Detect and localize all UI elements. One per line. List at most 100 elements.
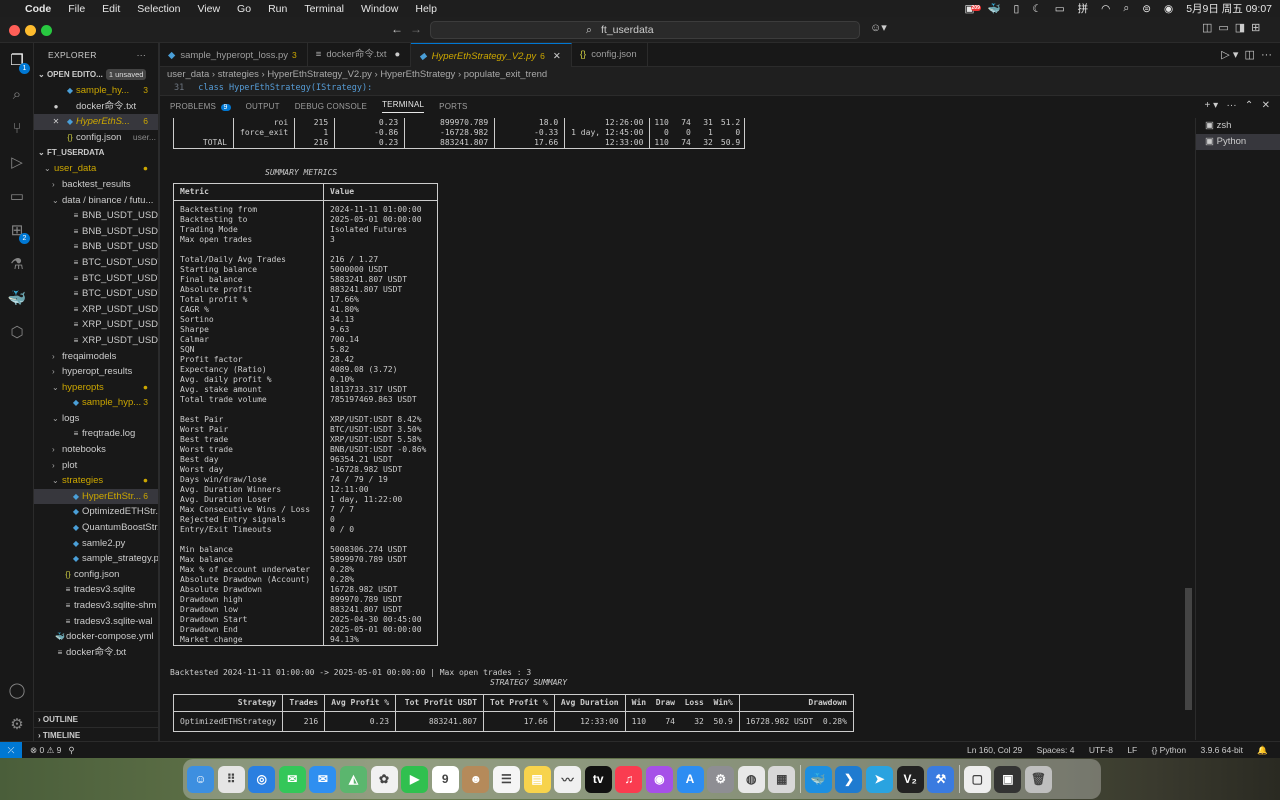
folder-item[interactable]: › freqaimodels: [34, 349, 158, 365]
dock-safari-icon[interactable]: ◎: [248, 765, 276, 793]
settings-gear-icon[interactable]: ⚙: [7, 715, 27, 735]
dock-notes-icon[interactable]: ▤: [523, 765, 551, 793]
dock-photos-icon[interactable]: ✿: [370, 765, 398, 793]
dock-contacts-icon[interactable]: ☻: [462, 765, 490, 793]
menu-go[interactable]: Go: [237, 3, 251, 15]
scrollbar-thumb[interactable]: [1185, 588, 1192, 710]
menu-view[interactable]: View: [197, 3, 220, 15]
docker-icon[interactable]: 🐳: [7, 289, 27, 309]
dock-mail-icon[interactable]: ✉: [309, 765, 337, 793]
zoom-window-button[interactable]: [41, 25, 52, 36]
tab-debug-console[interactable]: DEBUG CONSOLE: [295, 102, 367, 111]
dock-facetime-icon[interactable]: ▶: [401, 765, 429, 793]
file-item[interactable]: ≡BTC_USDT_USDT...: [34, 271, 158, 287]
breadcrumb[interactable]: user_data › strategies › HyperEthStrateg…: [160, 67, 1280, 83]
close-editor-icon[interactable]: ✕: [48, 114, 64, 130]
terminal-zsh[interactable]: ▣ zsh: [1196, 118, 1280, 134]
file-item[interactable]: ≡BTC_USDT_USDT...: [34, 286, 158, 302]
new-terminal-icon[interactable]: + ▾: [1205, 100, 1219, 111]
dock-chrome-icon[interactable]: ◍: [737, 765, 765, 793]
dock-terminal-window-icon[interactable]: ▣: [994, 765, 1022, 793]
dock-trash-icon[interactable]: 🗑: [1025, 765, 1053, 793]
dock-docker-icon[interactable]: 🐳: [804, 765, 832, 793]
tab-output[interactable]: OUTPUT: [246, 102, 280, 111]
close-panel-icon[interactable]: ✕: [1262, 100, 1270, 111]
open-editor-item[interactable]: {} config.json user...: [34, 130, 158, 146]
split-editor-icon[interactable]: ◫: [1244, 49, 1254, 61]
explorer-icon[interactable]: ❐ 1: [7, 51, 30, 74]
database-icon[interactable]: ⬡: [7, 323, 27, 343]
file-item[interactable]: ≡BNB_USDT_USDT...: [34, 208, 158, 224]
docker-status-icon[interactable]: 🐳: [987, 2, 1000, 15]
folder-item[interactable]: ⌄ user_data ●: [34, 161, 158, 177]
editor-tab[interactable]: ◆ sample_hyperopt_loss.py 3: [160, 43, 308, 67]
folder-item[interactable]: ⌄ hyperopts ●: [34, 380, 158, 396]
minimize-window-button[interactable]: [25, 25, 36, 36]
dock-messages-icon[interactable]: ✉: [278, 765, 306, 793]
folder-item[interactable]: › hyperopt_results: [34, 364, 158, 380]
menu-file[interactable]: File: [68, 3, 85, 15]
terminal-python[interactable]: ▣ Python: [1196, 134, 1280, 150]
line-ending[interactable]: LF: [1127, 745, 1137, 755]
folder-item[interactable]: ⌄ data / binance / futu...: [34, 193, 158, 209]
more-actions-icon[interactable]: ···: [137, 43, 146, 67]
language-mode[interactable]: {} Python: [1152, 745, 1187, 755]
file-item[interactable]: ◆ sample_hyp... 3: [34, 395, 158, 411]
file-item[interactable]: ≡BTC_USDT_USDT...: [34, 255, 158, 271]
menu-selection[interactable]: Selection: [137, 3, 180, 15]
file-item[interactable]: ≡ tradesv3.sqlite-wal: [34, 614, 158, 630]
dock-music-icon[interactable]: ♫: [615, 765, 643, 793]
file-item[interactable]: ◆ OptimizedETHStr...: [34, 504, 158, 520]
search-icon[interactable]: ⌕: [7, 85, 27, 105]
menu-window[interactable]: Window: [361, 3, 398, 15]
open-editor-item[interactable]: ✕ ◆ HyperEthS... 6: [34, 114, 158, 130]
terminal-output[interactable]: roi 215 0.23 899970.789 18.0 12:26:00 110 74 31 5…: [170, 118, 1192, 740]
file-item[interactable]: ≡XRP_USDT_USDT...: [34, 302, 158, 318]
file-item[interactable]: {} config.json: [34, 567, 158, 583]
menu-edit[interactable]: Edit: [102, 3, 120, 15]
run-debug-icon[interactable]: ▷: [7, 153, 27, 173]
dock-finder-icon[interactable]: ☺: [187, 765, 214, 793]
spotlight-search-icon[interactable]: ⌕: [1123, 2, 1129, 15]
siri-icon[interactable]: ◉: [1164, 3, 1173, 15]
menubar-clock[interactable]: 5月9日 周五 09:07: [1186, 1, 1272, 16]
source-control-icon[interactable]: ⑂: [7, 119, 27, 139]
maximize-panel-icon[interactable]: ⌃: [1245, 100, 1253, 111]
editor-more-icon[interactable]: ···: [1261, 49, 1272, 61]
back-arrow-icon[interactable]: ←: [391, 22, 403, 36]
file-item[interactable]: ≡BNB_USDT_USDT...: [34, 224, 158, 240]
dock-calendar-icon[interactable]: 9: [431, 765, 459, 793]
folder-item[interactable]: ⌄ logs: [34, 411, 158, 427]
file-item[interactable]: 🐳docker-compose.yml: [34, 629, 158, 645]
dock-app-store-icon[interactable]: A: [676, 765, 704, 793]
testing-icon[interactable]: ⚗: [7, 255, 27, 275]
dock-launchpad-icon[interactable]: ⠿: [217, 765, 245, 793]
command-center-search[interactable]: ⌕ ft_userdata: [430, 21, 860, 39]
remote-indicator-icon[interactable]: ⤫: [0, 742, 22, 758]
cursor-position[interactable]: Ln 160, Col 29: [967, 745, 1022, 755]
file-item[interactable]: ≡ tradesv3.sqlite: [34, 582, 158, 598]
dock-maps-icon[interactable]: ◭: [339, 765, 367, 793]
focus-moon-icon[interactable]: ☾: [1032, 3, 1041, 15]
close-window-button[interactable]: [9, 25, 20, 36]
menu-terminal[interactable]: Terminal: [304, 3, 344, 15]
dock-telegram-icon[interactable]: ➤: [866, 765, 894, 793]
menu-run[interactable]: Run: [268, 3, 287, 15]
forward-arrow-icon[interactable]: →: [410, 22, 422, 36]
dock-vscode-icon[interactable]: ❯: [835, 765, 863, 793]
notification-app-icon[interactable]: ▣ 209: [965, 3, 981, 15]
editor-tab[interactable]: ◆ HyperEthStrategy_V2.py 6 ✕: [411, 43, 572, 67]
run-python-icon[interactable]: ▷ ▾: [1221, 49, 1238, 61]
terminal-scrollbar[interactable]: [1184, 118, 1192, 718]
folder-item[interactable]: ⌄ strategies ●: [34, 473, 158, 489]
dock-v2ray-icon[interactable]: V₂: [896, 765, 924, 793]
file-item[interactable]: ◆ samle2.py: [34, 536, 158, 552]
app-menu[interactable]: Code: [25, 3, 51, 15]
file-item[interactable]: ◆ sample_strategy.py: [34, 551, 158, 567]
tab-ports[interactable]: PORTS: [439, 102, 467, 111]
file-item[interactable]: ≡ tradesv3.sqlite-shm: [34, 598, 158, 614]
editor-tab[interactable]: ≡ docker命令.txt ●: [308, 43, 412, 67]
timeline-section[interactable]: › TIMELINE: [34, 727, 158, 741]
problems-status[interactable]: ⊗ 0 ⚠ 9 ⚲: [30, 742, 75, 758]
file-item[interactable]: ◆ QuantumBoostStr...: [34, 520, 158, 536]
